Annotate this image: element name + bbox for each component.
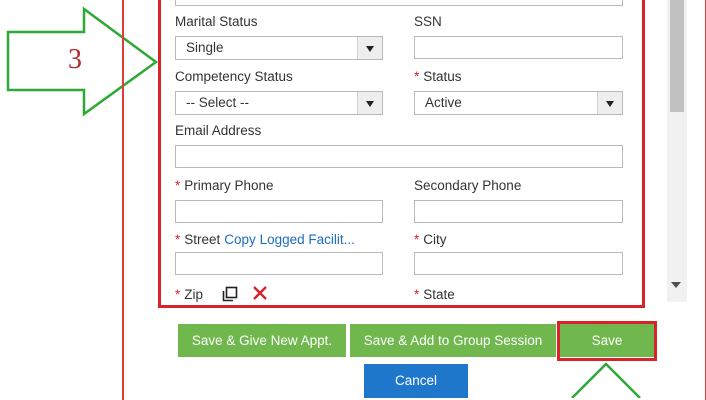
- scrollbar[interactable]: [667, 0, 687, 302]
- city-label: * City: [414, 232, 447, 247]
- status-select[interactable]: Active: [414, 91, 623, 115]
- status-value: Active: [425, 95, 462, 110]
- scroll-down-icon[interactable]: [671, 282, 681, 288]
- primary-phone-label: * Primary Phone: [175, 178, 274, 193]
- copy-facility-link[interactable]: Copy Logged Facilit...: [224, 232, 355, 247]
- competency-status-label: Competency Status: [175, 69, 293, 84]
- marital-status-value: Single: [186, 40, 224, 55]
- scrollbar-thumb[interactable]: [670, 0, 684, 112]
- chevron-down-icon: [597, 92, 622, 114]
- ssn-input[interactable]: [414, 36, 623, 59]
- chevron-down-icon: [357, 37, 382, 59]
- marital-status-label: Marital Status: [175, 14, 258, 29]
- ssn-label: SSN: [414, 14, 442, 29]
- save-highlight: [557, 321, 657, 361]
- zip-label: * Zip: [175, 287, 204, 302]
- required-marker: *: [175, 232, 181, 247]
- state-label: * State: [414, 287, 455, 302]
- required-marker: *: [175, 287, 181, 302]
- street-label: * Street Copy Logged Facilit...: [175, 232, 355, 247]
- email-label: Email Address: [175, 123, 262, 138]
- close-icon[interactable]: [251, 284, 269, 302]
- secondary-phone-label: Secondary Phone: [414, 178, 522, 193]
- chevron-down-icon: [357, 92, 382, 114]
- competency-status-value: -- Select --: [186, 95, 250, 110]
- cancel-button[interactable]: Cancel: [364, 364, 468, 398]
- step-number: 3: [68, 44, 82, 75]
- save-give-new-appt-button[interactable]: Save & Give New Appt.: [178, 324, 346, 357]
- required-marker: *: [414, 287, 420, 302]
- street-input[interactable]: [175, 252, 383, 275]
- marital-status-select[interactable]: Single: [175, 36, 383, 60]
- required-marker: *: [414, 232, 420, 247]
- primary-phone-input[interactable]: [175, 200, 383, 223]
- required-marker: *: [175, 178, 181, 193]
- secondary-phone-input[interactable]: [414, 200, 623, 223]
- save-add-group-session-button[interactable]: Save & Add to Group Session: [350, 324, 556, 357]
- competency-status-select[interactable]: -- Select --: [175, 91, 383, 115]
- city-input[interactable]: [414, 252, 623, 275]
- required-marker: *: [414, 69, 420, 84]
- email-input[interactable]: [175, 145, 623, 168]
- copy-icon[interactable]: [222, 286, 238, 302]
- status-label: * Status: [414, 69, 462, 84]
